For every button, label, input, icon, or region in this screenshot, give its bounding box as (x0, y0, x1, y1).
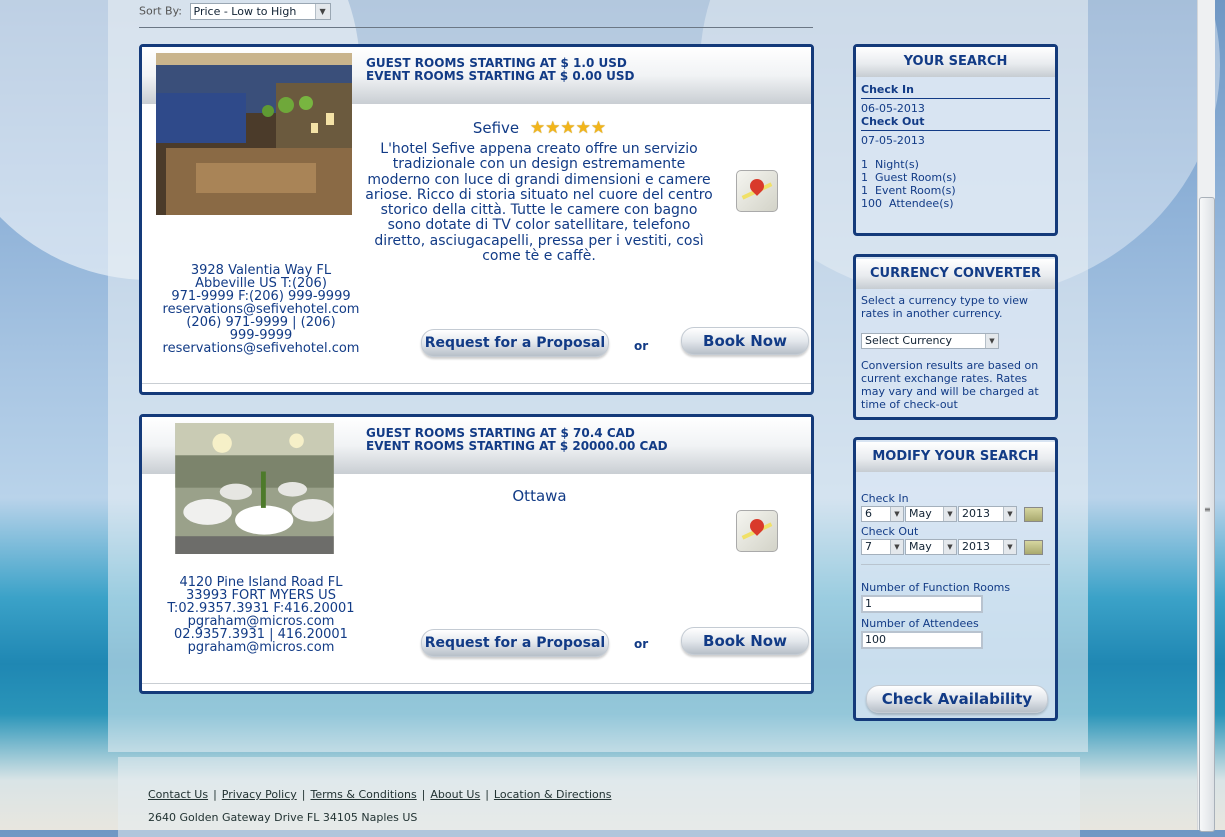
hotel-name-row: Sefive ★★★★★ (362, 118, 717, 138)
modify-search-panel: MODIFY YOUR SEARCH Check In 6 ▼ May ▼ 2013… (853, 437, 1058, 721)
sort-select[interactable]: Price - Low to High ▼ (189, 3, 331, 20)
map-icon[interactable] (736, 170, 778, 212)
footer-link-contact[interactable]: Contact Us (148, 788, 208, 801)
hotel-card: GUEST ROOMS STARTING AT $ 70.4 CAD EVENT… (139, 414, 814, 694)
currency-select[interactable]: Select Currency ▼ (861, 333, 999, 349)
hotel-address: 3928 Valentia Way FL Abbeville US T:(206… (156, 264, 366, 355)
star-rating: ★★★★★ (529, 118, 607, 138)
hotel-photo-ballroom[interactable] (156, 423, 353, 554)
star-icon: ★ (560, 118, 576, 138)
or-label: or (634, 339, 649, 353)
hotel-photo-restaurant[interactable] (156, 53, 352, 215)
check-in-month-select[interactable]: May ▼ (905, 506, 957, 522)
select-value: 7 (865, 540, 872, 553)
divider (139, 27, 813, 28)
currency-converter-panel: CURRENCY CONVERTER Select a currency typ… (853, 254, 1058, 420)
address-line: pgraham@micros.com (187, 640, 335, 655)
select-value: May (909, 507, 932, 520)
select-value: 2013 (962, 507, 990, 520)
currency-select-value: Select Currency (865, 334, 952, 347)
book-now-button[interactable]: Book Now (681, 327, 809, 355)
currency-intro: Select a currency type to view rates in … (861, 294, 1029, 320)
footer-links: Contact Us | Privacy Policy | Terms & Condit… (148, 788, 612, 801)
or-label: or (634, 637, 649, 651)
chevron-down-icon: ▼ (1003, 540, 1016, 554)
attendees-count: 100 Attendee(s) (861, 197, 954, 210)
hotel-description: L'hotel Sefive appena creato offre un se… (365, 141, 713, 265)
check-in-value: 06-05-2013 (861, 102, 925, 115)
panel-title: YOUR SEARCH (856, 47, 1055, 77)
address-line: reservations@sefivehotel.com (162, 341, 360, 356)
star-icon: ★ (545, 118, 561, 138)
footer-link-location[interactable]: Location & Directions (494, 788, 612, 801)
modify-check-in-label: Check In (861, 492, 909, 505)
event-rooms-count: 1 Event Room(s) (861, 184, 956, 197)
check-out-year-select[interactable]: 2013 ▼ (958, 539, 1017, 555)
calendar-icon[interactable] (1024, 540, 1043, 555)
modify-check-out-label: Check Out (861, 525, 919, 538)
request-proposal-button[interactable]: Request for a Proposal (421, 629, 609, 657)
star-icon: ★ (575, 118, 591, 138)
hotel-rates: GUEST ROOMS STARTING AT $ 70.4 CAD EVENT… (366, 427, 668, 453)
currency-note: Conversion results are based on current … (861, 359, 1039, 411)
event-rate: EVENT ROOMS STARTING AT $ 0.00 USD (366, 69, 635, 83)
function-rooms-input[interactable]: 1 (861, 595, 983, 613)
chevron-down-icon: ▼ (1003, 507, 1016, 521)
chevron-down-icon: ▼ (890, 540, 903, 554)
hotel-name: Ottawa (512, 487, 567, 505)
chevron-down-icon: ▼ (314, 4, 330, 19)
footer-link-terms[interactable]: Terms & Conditions (310, 788, 416, 801)
search-summary: 1 Night(s) 1 Guest Room(s) 1 Event Room(… (861, 158, 1050, 210)
function-rooms-label: Number of Function Rooms (861, 581, 1011, 594)
hotel-name: Sefive (472, 119, 520, 137)
star-icon: ★ (590, 118, 607, 138)
nights-count: 1 Night(s) (861, 158, 919, 171)
panel-title: CURRENCY CONVERTER (856, 259, 1055, 289)
grip-icon: ≡ (1204, 505, 1211, 514)
calendar-icon[interactable] (1024, 507, 1043, 522)
star-icon: ★ (529, 118, 546, 138)
chevron-down-icon: ▼ (890, 507, 903, 521)
check-out-day-select[interactable]: 7 ▼ (861, 539, 904, 555)
divider (861, 564, 1050, 565)
divider (142, 683, 811, 684)
check-in-label: Check In (861, 83, 1050, 99)
book-now-button[interactable]: Book Now (681, 627, 809, 655)
footer-link-about[interactable]: About Us (430, 788, 480, 801)
sort-select-value: Price - Low to High (193, 5, 297, 18)
map-icon[interactable] (736, 510, 778, 552)
check-out-month-select[interactable]: May ▼ (905, 539, 957, 555)
attendees-label: Number of Attendees (861, 617, 979, 630)
chevron-down-icon: ▼ (943, 507, 956, 521)
chevron-down-icon: ▼ (985, 334, 998, 348)
check-availability-button[interactable]: Check Availability (866, 685, 1048, 713)
chevron-down-icon: ▼ (943, 540, 956, 554)
check-out-label: Check Out (861, 115, 1050, 131)
check-in-day-select[interactable]: 6 ▼ (861, 506, 904, 522)
panel-title: MODIFY YOUR SEARCH (856, 442, 1055, 472)
scrollbar-thumb[interactable]: ≡ (1199, 197, 1215, 832)
divider (142, 383, 811, 384)
select-value: 6 (865, 507, 872, 520)
guest-rooms-count: 1 Guest Room(s) (861, 171, 957, 184)
check-out-value: 07-05-2013 (861, 134, 925, 147)
attendees-input[interactable]: 100 (861, 631, 983, 649)
footer-link-privacy[interactable]: Privacy Policy (222, 788, 297, 801)
hotel-rates: GUEST ROOMS STARTING AT $ 1.0 USD EVENT … (366, 57, 634, 83)
footer-address: 2640 Golden Gateway Drive FL 34105 Naple… (148, 811, 418, 824)
request-proposal-button[interactable]: Request for a Proposal (421, 329, 609, 357)
select-value: 2013 (962, 540, 990, 553)
vertical-scrollbar[interactable]: ≡ (1197, 0, 1215, 832)
sort-bar: Sort By: Price - Low to High ▼ (139, 3, 331, 20)
sort-label: Sort By: (139, 4, 183, 18)
your-search-panel: YOUR SEARCH Check In 06-05-2013 Check Ou… (853, 44, 1058, 236)
hotel-address: 4120 Pine Island Road FL 33993 FORT MYER… (156, 576, 366, 654)
check-in-year-select[interactable]: 2013 ▼ (958, 506, 1017, 522)
hotel-card: GUEST ROOMS STARTING AT $ 1.0 USD EVENT … (139, 44, 814, 395)
event-rate: EVENT ROOMS STARTING AT $ 20000.00 CAD (366, 439, 668, 453)
select-value: May (909, 540, 932, 553)
